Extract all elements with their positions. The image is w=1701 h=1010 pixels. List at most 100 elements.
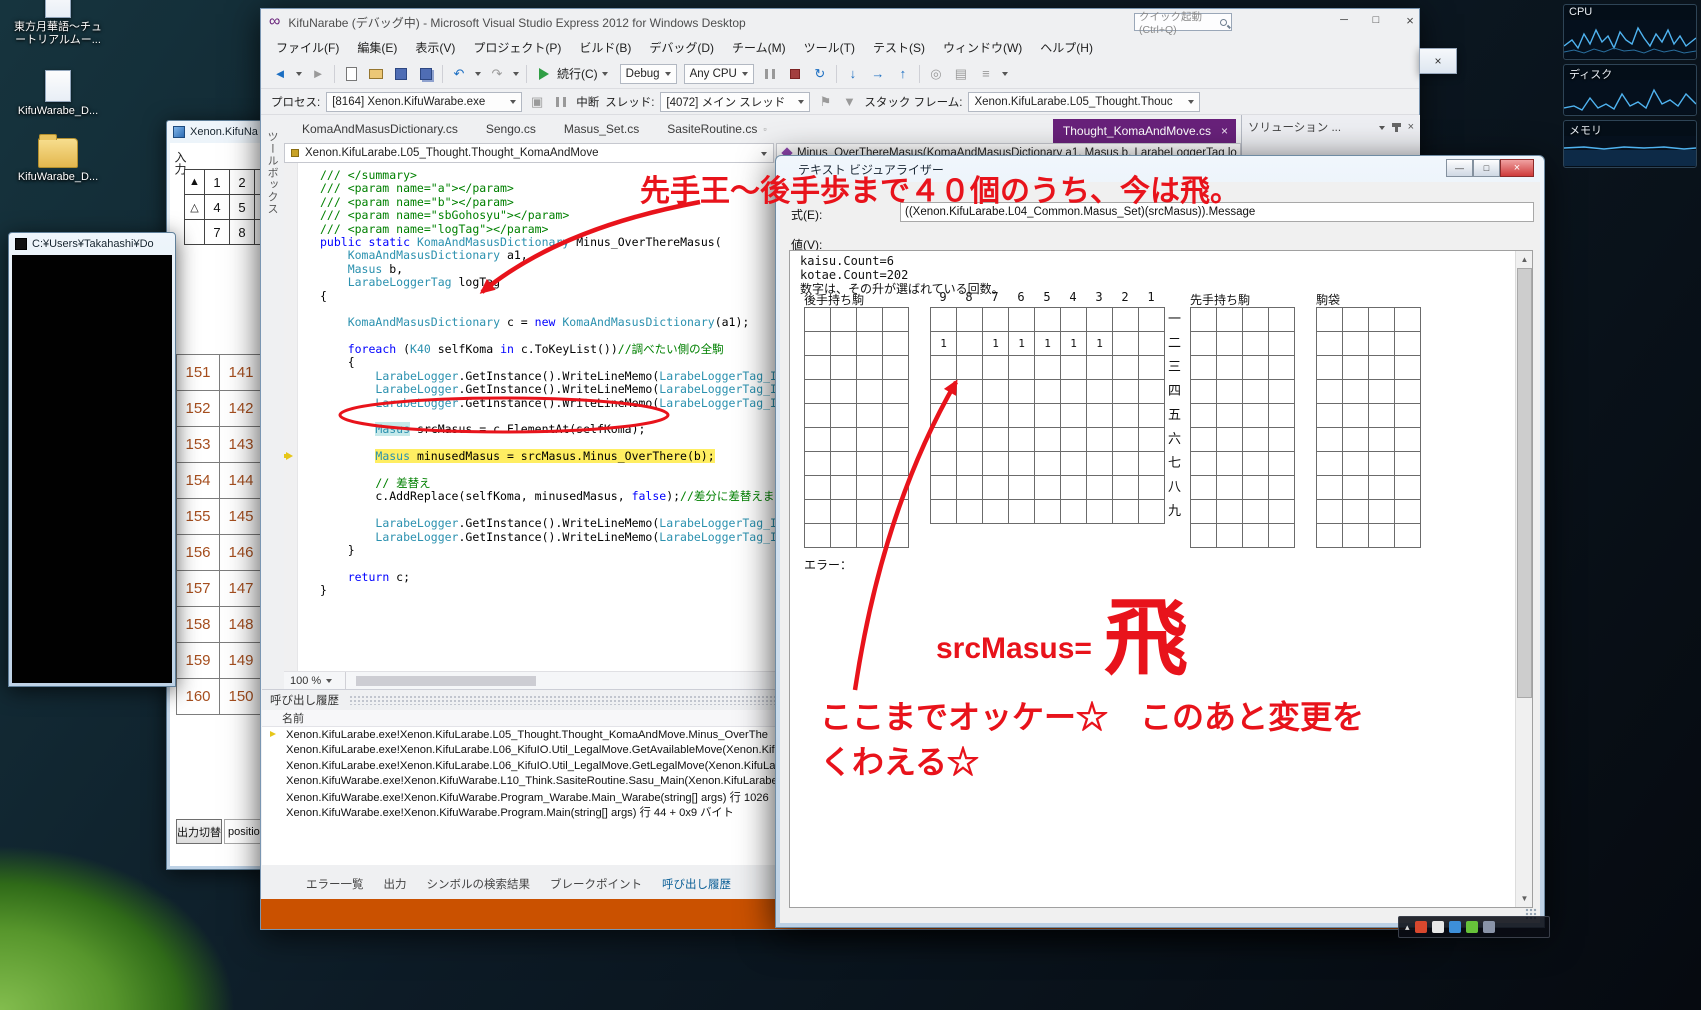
maximize-button[interactable]: □ xyxy=(1361,9,1391,31)
break-label[interactable]: 中断 xyxy=(576,94,599,110)
thread-combo[interactable]: [4072] メイン スレッド xyxy=(660,91,811,112)
break-all-icon[interactable] xyxy=(761,65,779,83)
grid-window[interactable]: Xenon.KifuNa 入力 ▲ 1 2 △ 4 5 7 8 151 141 152 142 153… xyxy=(166,120,272,870)
break-icon[interactable] xyxy=(552,93,570,111)
input-grid[interactable]: ▲ 1 2 △ 4 5 7 8 xyxy=(184,169,271,245)
zoom-control[interactable]: 100 % xyxy=(284,672,346,689)
tray-icon[interactable] xyxy=(1431,921,1444,933)
step-over-icon[interactable]: → xyxy=(869,65,887,83)
step-into-icon[interactable]: ↓ xyxy=(844,65,862,83)
tray-icon[interactable] xyxy=(1414,921,1427,933)
type-dropdown[interactable]: Xenon.KifuLarabe.L05_Thought.Thought_Kom… xyxy=(284,143,774,163)
stack-frame-combo[interactable]: Xenon.KifuLarabe.L05_Thought.Thouc xyxy=(968,91,1201,112)
show-hidden-icons[interactable]: ▴ xyxy=(1405,922,1410,933)
undo-dropdown-icon[interactable] xyxy=(475,72,481,79)
tray-icon[interactable] xyxy=(1482,921,1495,933)
solution-explorer-titlebar[interactable]: ソリューション ... × xyxy=(1242,115,1420,139)
close-button[interactable]: × xyxy=(1395,9,1425,31)
document-tab[interactable]: SasiteRoutine.cs xyxy=(653,115,771,143)
grid-window-titlebar[interactable]: Xenon.KifuNa xyxy=(167,121,271,143)
menu-item[interactable]: チーム(M) xyxy=(723,39,795,56)
quick-launch-placeholder: クイック起動 (Ctrl+Q) xyxy=(1139,10,1202,36)
tray-icon[interactable] xyxy=(1448,921,1461,933)
menu-item[interactable]: 表示(V) xyxy=(406,39,464,56)
stop-debug-icon[interactable] xyxy=(786,65,804,83)
menu-item[interactable]: ファイル(F) xyxy=(267,39,348,56)
minimize-button[interactable]: ─ xyxy=(1329,9,1359,31)
menu-item[interactable]: ヘルプ(H) xyxy=(1031,39,1102,56)
menu-item[interactable]: デバッグ(D) xyxy=(640,39,723,56)
toolbar-options-icon[interactable] xyxy=(1001,72,1008,79)
navigate-forward-icon[interactable]: ► xyxy=(309,65,327,83)
close-icon[interactable]: × xyxy=(1434,54,1441,68)
undo-icon[interactable]: ↶ xyxy=(450,65,468,83)
expression-input[interactable]: ((Xenon.KifuLarabe.L04_Common.Masus_Set)… xyxy=(900,202,1534,222)
process-snapshot-icon[interactable]: ▣ xyxy=(528,93,546,111)
step-out-icon[interactable]: ↑ xyxy=(894,65,912,83)
scrollbar-thumb[interactable] xyxy=(1517,268,1532,698)
panel-tab[interactable]: エラー一覧 xyxy=(298,876,372,892)
open-file-icon[interactable] xyxy=(367,65,385,83)
desktop-icon[interactable]: 東方月華語〜チュ ートリアルムー... xyxy=(8,0,108,47)
toolbox-collapsed-tab[interactable]: ツールボックス xyxy=(264,131,280,215)
close-tab-icon[interactable]: × xyxy=(1221,124,1228,138)
value-textarea[interactable]: kaisu.Count=6 kotae.Count=202 数字は、その升が選ばれて… xyxy=(789,250,1533,908)
restart-icon[interactable]: ↻ xyxy=(811,65,829,83)
console-titlebar[interactable]: C:¥Users¥Takahashi¥Do xyxy=(9,233,175,255)
horizontal-scrollbar[interactable] xyxy=(356,675,536,686)
panel-tab[interactable]: 出力 xyxy=(376,876,415,892)
minimize-button[interactable]: — xyxy=(1446,159,1473,177)
vertical-scrollbar[interactable]: ▲ ▼ xyxy=(1515,251,1532,907)
floating-close-panel[interactable]: × xyxy=(1419,48,1457,74)
grid-window-title: Xenon.KifuNa xyxy=(190,126,258,138)
menu-item[interactable]: ウィンドウ(W) xyxy=(934,39,1031,56)
code-token: K40 xyxy=(410,342,431,357)
console-window[interactable]: C:¥Users¥Takahashi¥Do xyxy=(8,232,176,687)
redo-icon[interactable]: ↷ xyxy=(488,65,506,83)
new-file-icon[interactable] xyxy=(342,65,360,83)
output-toggle-button[interactable]: 出力切替 xyxy=(176,819,222,844)
menu-item[interactable]: ツール(T) xyxy=(795,39,864,56)
scroll-up-icon[interactable]: ▲ xyxy=(1516,251,1532,268)
auto-hide-pin-icon[interactable] xyxy=(1391,122,1401,132)
scroll-down-icon[interactable]: ▼ xyxy=(1516,890,1532,907)
process-combo[interactable]: [8164] Xenon.KifuWarabe.exe xyxy=(326,91,523,112)
redo-dropdown-icon[interactable] xyxy=(513,72,519,79)
panel-tab[interactable]: ブレークポイント xyxy=(542,876,650,892)
tray-icon[interactable] xyxy=(1465,921,1478,933)
window-position-icon[interactable] xyxy=(1378,125,1385,133)
visualizer-titlebar[interactable]: テキスト ビジュアライザー xyxy=(776,156,1544,182)
flag-threads-icon[interactable]: ⚑ xyxy=(816,93,834,111)
maximize-button[interactable]: □ xyxy=(1473,159,1500,177)
document-tab[interactable]: Sengo.cs xyxy=(472,115,550,143)
menu-item[interactable]: ビルド(B) xyxy=(570,39,640,56)
code-token: Masus xyxy=(347,261,383,276)
document-tab[interactable]: Masus_Set.cs xyxy=(550,115,653,143)
active-document-tab[interactable]: Thought_KomaAndMove.cs × xyxy=(1052,119,1236,143)
panel-tab[interactable]: シンボルの検索結果 xyxy=(419,876,539,892)
save-icon[interactable] xyxy=(392,65,410,83)
platform-combo[interactable]: Any CPU xyxy=(683,63,754,84)
find-icon[interactable]: ◎ xyxy=(927,65,945,83)
menu-item[interactable]: プロジェクト(P) xyxy=(464,39,570,56)
quick-launch-input[interactable]: クイック起動 (Ctrl+Q) xyxy=(1134,11,1232,36)
frames-icon[interactable]: ▼ xyxy=(840,93,858,111)
console-output[interactable] xyxy=(12,255,172,683)
editor-indicator-margin[interactable] xyxy=(284,163,298,671)
menu-item[interactable]: 編集(E) xyxy=(348,39,406,56)
navigate-back-icon[interactable]: ◄ xyxy=(271,65,289,83)
back-dropdown-icon[interactable] xyxy=(296,72,302,79)
document-tab[interactable]: KomaAndMasusDictionary.cs xyxy=(288,115,472,143)
save-all-icon[interactable] xyxy=(417,65,435,83)
continue-button[interactable]: 続行(C) xyxy=(534,63,613,84)
comment-icon[interactable]: ▤ xyxy=(952,65,970,83)
indent-icon[interactable]: ≡ xyxy=(977,65,995,83)
menu-item[interactable]: テスト(S) xyxy=(864,39,934,56)
close-pane-icon[interactable]: × xyxy=(1408,121,1414,133)
configuration-combo[interactable]: Debug xyxy=(619,63,677,84)
vs-titlebar[interactable]: ∞ KifuNarabe (デバッグ中) - Microsoft Visual … xyxy=(261,9,1419,35)
desktop-icon[interactable]: KifuWarabe_D... xyxy=(8,134,108,184)
close-button[interactable]: × xyxy=(1500,159,1534,177)
panel-tab[interactable]: 呼び出し履歴 xyxy=(654,876,739,892)
desktop-icon[interactable]: KifuWarabe_D... xyxy=(8,70,108,118)
